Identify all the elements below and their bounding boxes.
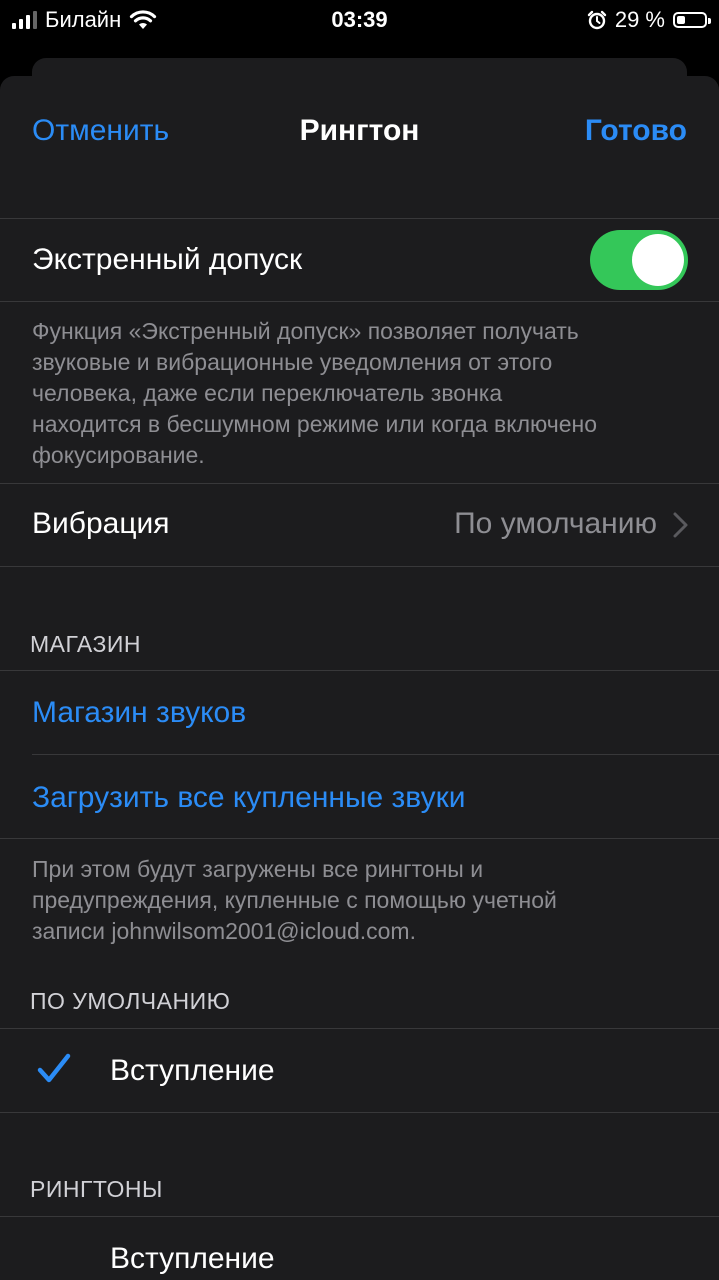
- footer-line: фокусирование.: [32, 442, 205, 468]
- battery-icon: [673, 12, 711, 28]
- download-all-purchased-link[interactable]: Загрузить все купленные звуки: [32, 781, 465, 815]
- status-left: Билайн: [0, 7, 157, 33]
- vibration-label: Вибрация: [32, 507, 170, 540]
- wifi-icon: [130, 10, 157, 29]
- divider: [0, 218, 719, 219]
- emergency-bypass-footer: Функция «Экстренный допуск» позволяет по…: [32, 316, 597, 471]
- footer-line: человека, даже если переключатель звонка: [32, 380, 503, 406]
- divider: [0, 670, 719, 671]
- footer-line: записи johnwilsom2001@icloud.com.: [32, 918, 416, 944]
- vibration-value: По умолчанию: [454, 507, 657, 540]
- status-right: 29 %: [587, 7, 719, 33]
- cellular-signal-icon: [12, 11, 37, 29]
- tone-store-link[interactable]: Магазин звуков: [32, 696, 246, 730]
- done-button[interactable]: Готово: [585, 114, 687, 148]
- ringtone-label: Вступление: [110, 1242, 275, 1275]
- carrier-name: Билайн: [45, 7, 122, 32]
- divider: [0, 1112, 719, 1113]
- divider: [32, 754, 719, 755]
- divider: [0, 566, 719, 567]
- footer-line: находится в бесшумном режиме или когда в…: [32, 411, 598, 437]
- battery-percent: 29 %: [614, 7, 665, 32]
- vibration-row[interactable]: Вибрация По умолчанию: [0, 484, 719, 566]
- footer-line: При этом будут загружены все рингтоны и: [32, 856, 484, 882]
- default-ringtone-label: Вступление: [110, 1054, 275, 1087]
- toggle-knob: [632, 234, 684, 286]
- default-section-header: ПО УМОЛЧАНИЮ: [30, 988, 231, 1014]
- alarm-icon: [587, 10, 607, 30]
- ringtones-section-header: РИНГТОНЫ: [30, 1176, 163, 1202]
- default-ringtone-row[interactable]: Вступление: [0, 1029, 719, 1112]
- emergency-bypass-label: Экстренный допуск: [32, 243, 303, 276]
- store-section-header: МАГАЗИН: [30, 631, 142, 657]
- chevron-right-icon: [673, 512, 688, 538]
- emergency-bypass-toggle[interactable]: [590, 230, 688, 290]
- navigation-bar: Отменить Рингтон Готово: [0, 76, 719, 186]
- ringtone-row[interactable]: Вступление: [0, 1217, 719, 1280]
- battery-fill: [677, 16, 685, 24]
- footer-line: звуковые и вибрационные уведомления от э…: [32, 349, 553, 375]
- store-footer: При этом будут загружены все рингтоны и …: [32, 854, 557, 947]
- checkmark-icon: [37, 1053, 71, 1083]
- divider: [0, 838, 719, 839]
- footer-line: предупреждения, купленные с помощью учет…: [32, 887, 557, 913]
- divider: [0, 301, 719, 302]
- footer-line: Функция «Экстренный допуск» позволяет по…: [32, 318, 579, 344]
- status-bar: Билайн 03:39 29 %: [0, 0, 719, 40]
- ringtone-sheet: Отменить Рингтон Готово Экстренный допус…: [0, 76, 719, 1280]
